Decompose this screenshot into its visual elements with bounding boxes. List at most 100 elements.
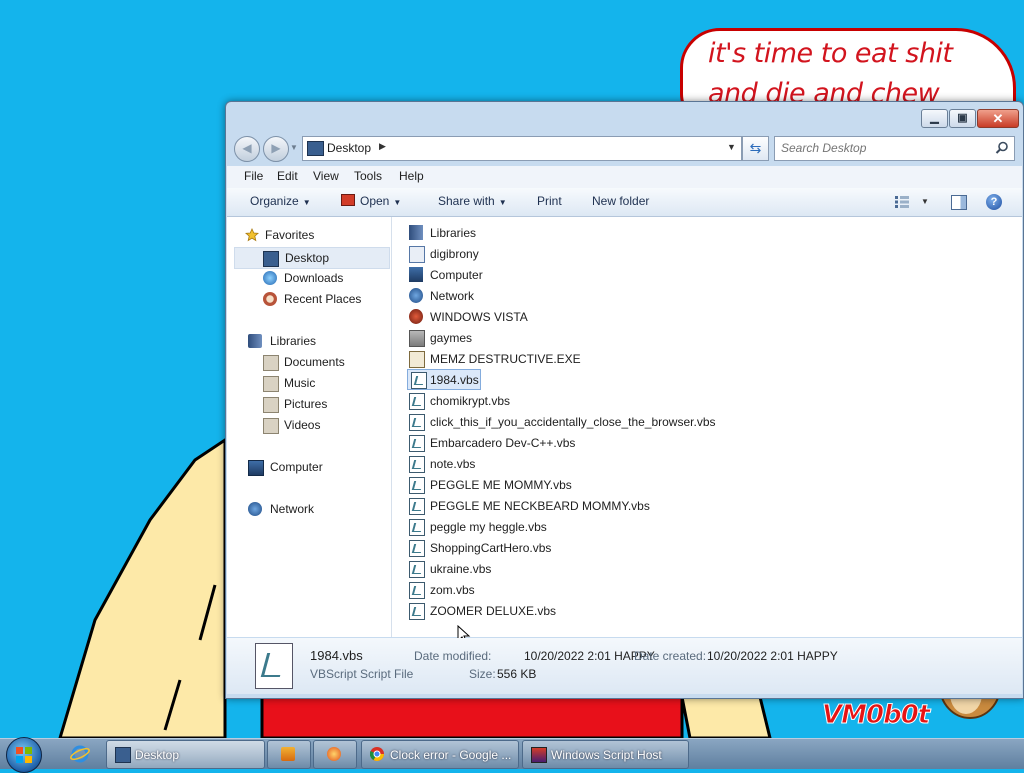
- explorer-window[interactable]: ▁ ▣ ✕ ◀ ▶ ▼ Desktop ▶ ▼ ⇆ File Edit View…: [225, 101, 1024, 699]
- file-name: gaymes: [430, 331, 473, 345]
- nav-favorites-label: Favorites: [265, 228, 315, 242]
- menu-edit[interactable]: Edit: [277, 169, 298, 183]
- nav-libraries-label: Libraries: [270, 334, 317, 348]
- file-name: note.vbs: [430, 457, 476, 471]
- details-file-type: VBScript Script File: [310, 667, 414, 681]
- chrome-icon: [370, 747, 384, 761]
- nav-libraries[interactable]: Libraries: [234, 331, 388, 351]
- back-button[interactable]: ◀: [234, 136, 260, 162]
- details-size-value: 556 KB: [497, 667, 537, 681]
- open-button[interactable]: Open ▼: [341, 194, 401, 208]
- videos-icon: [263, 418, 279, 434]
- nav-pictures-label: Pictures: [284, 397, 328, 411]
- share-with-button[interactable]: Share with ▼: [438, 194, 507, 208]
- new-folder-button[interactable]: New folder: [592, 194, 649, 208]
- nav-documents[interactable]: Documents: [234, 352, 388, 372]
- taskbar-item-script-host[interactable]: Windows Script Host: [522, 740, 689, 769]
- minimize-button[interactable]: ▁: [921, 109, 948, 128]
- details-created-value: 10/20/2022 2:01 HAPPY: [707, 649, 838, 663]
- music-icon: [263, 376, 279, 392]
- open-label: Open: [360, 194, 390, 208]
- search-input[interactable]: [781, 140, 986, 156]
- taskbar-item-desktop[interactable]: Desktop: [106, 740, 265, 769]
- file-name: Network: [430, 289, 475, 303]
- file-item-1984[interactable]: 1984.vbs: [407, 369, 481, 390]
- vbscript-file-icon: [409, 582, 425, 599]
- breadcrumb-arrow-icon[interactable]: ▶: [379, 141, 386, 152]
- details-file-name: 1984.vbs: [310, 648, 363, 663]
- taskbar-item-app[interactable]: [313, 740, 357, 769]
- recent-pages-dropdown-icon[interactable]: ▼: [290, 143, 298, 152]
- file-name: Embarcadero Dev-C++.vbs: [430, 436, 576, 450]
- documents-icon: [263, 355, 279, 371]
- vbscript-file-large-icon: [255, 643, 293, 689]
- close-icon: ✕: [992, 111, 1004, 126]
- nav-videos[interactable]: Videos: [234, 415, 388, 435]
- file-name: ZOOMER DELUXE.vbs: [430, 604, 557, 618]
- desktop-icon: [307, 141, 324, 156]
- nav-desktop[interactable]: Desktop: [234, 247, 390, 269]
- media-player-icon: [281, 747, 295, 761]
- menu-help[interactable]: Help: [399, 169, 424, 183]
- view-options-dropdown-icon[interactable]: ▼: [921, 197, 929, 206]
- menu-view[interactable]: View: [313, 169, 339, 183]
- nav-music[interactable]: Music: [234, 373, 388, 393]
- help-icon[interactable]: ?: [986, 194, 1002, 210]
- menu-bar: File Edit View Tools Help: [227, 166, 1022, 188]
- restore-icon: ▣: [957, 112, 968, 124]
- folder-icon: [409, 330, 425, 347]
- taskbar-item-chrome[interactable]: Clock error - Google ...: [361, 740, 519, 769]
- vbscript-file-icon: [409, 561, 425, 578]
- details-pane: 1984.vbs VBScript Script File Date modif…: [227, 638, 1022, 694]
- preview-pane-icon[interactable]: [951, 195, 967, 210]
- menu-tools[interactable]: Tools: [354, 169, 382, 183]
- file-name: PEGGLE ME MOMMY.vbs: [430, 478, 572, 492]
- navigation-bar: ◀ ▶ ▼ Desktop ▶ ▼ ⇆: [226, 132, 1023, 166]
- command-bar: Organize ▼ Open ▼ Share with ▼ Print New fo…: [227, 188, 1022, 217]
- nav-favorites[interactable]: Favorites: [241, 225, 381, 245]
- vbscript-file-icon: [409, 498, 425, 515]
- file-name: ShoppingCartHero.vbs: [430, 541, 552, 555]
- nav-computer[interactable]: Computer: [234, 457, 388, 477]
- network-icon: [248, 502, 262, 516]
- details-modified-label: Date modified:: [414, 649, 492, 663]
- file-name: PEGGLE ME NECKBEARD MOMMY.vbs: [430, 499, 650, 513]
- maximize-button[interactable]: ▣: [949, 109, 976, 128]
- nav-documents-label: Documents: [284, 355, 345, 369]
- taskbar-item-label: Clock error - Google ...: [390, 748, 512, 762]
- forward-button[interactable]: ▶: [263, 136, 289, 162]
- change-view-icon[interactable]: [895, 196, 909, 208]
- internet-explorer-icon[interactable]: [70, 744, 90, 764]
- address-location[interactable]: Desktop: [327, 141, 371, 155]
- file-name: WINDOWS VISTA: [430, 310, 528, 324]
- vbscript-file-icon: [409, 540, 425, 557]
- file-name: chomikrypt.vbs: [430, 394, 511, 408]
- search-box[interactable]: [774, 136, 1015, 161]
- address-dropdown-icon[interactable]: ▼: [727, 142, 736, 152]
- windows-vista-icon: [409, 309, 423, 324]
- search-icon[interactable]: [995, 141, 1009, 155]
- forward-arrow-icon: ▶: [271, 141, 281, 155]
- menu-file[interactable]: File: [244, 169, 263, 183]
- refresh-button[interactable]: ⇆: [742, 136, 769, 161]
- print-button[interactable]: Print: [537, 194, 562, 208]
- nav-downloads[interactable]: Downloads: [234, 268, 388, 288]
- vbscript-file-icon: [411, 372, 427, 389]
- close-button[interactable]: ✕: [977, 109, 1019, 128]
- chevron-down-icon: ▼: [498, 198, 507, 207]
- nav-network[interactable]: Network: [234, 499, 388, 519]
- taskbar: Desktop Clock error - Google ... Windows…: [0, 737, 1024, 773]
- refresh-icon: ⇆: [749, 140, 762, 156]
- taskbar-item-media-player[interactable]: [267, 740, 311, 769]
- title-bar[interactable]: ▁ ▣ ✕: [226, 102, 1023, 132]
- nav-recent-places[interactable]: Recent Places: [234, 289, 388, 309]
- address-bar[interactable]: Desktop ▶ ▼: [302, 136, 742, 161]
- organize-button[interactable]: Organize ▼: [250, 194, 311, 208]
- app-icon: [327, 747, 341, 761]
- vbscript-file-icon: [409, 456, 425, 473]
- minimize-icon: ▁: [930, 112, 939, 124]
- recent-places-icon: [263, 292, 277, 306]
- executable-icon: [409, 351, 425, 368]
- star-icon: [245, 228, 259, 242]
- nav-pictures[interactable]: Pictures: [234, 394, 388, 414]
